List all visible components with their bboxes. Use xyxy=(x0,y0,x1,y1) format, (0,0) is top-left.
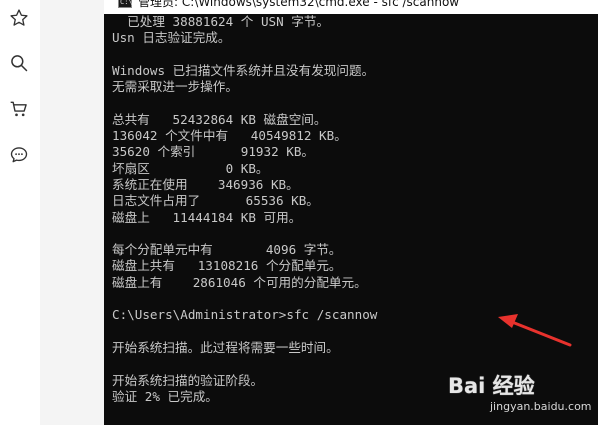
console-line: 磁盘上有 2861046 个可用的分配单元。 xyxy=(112,274,367,290)
cmd-app-icon: C:\ xyxy=(118,0,133,8)
comment-icon[interactable] xyxy=(8,144,30,166)
console-line: Windows 已扫描文件系统并且没有发现问题。 xyxy=(112,62,375,78)
console-line: 136042 个文件中有 40549812 KB。 xyxy=(112,128,347,144)
console-line: Usn 日志验证完成。 xyxy=(112,30,231,46)
console-line: 磁盘上共有 13108216 个分配单元。 xyxy=(112,258,342,274)
console-line: 35620 个索引 91932 KB。 xyxy=(112,144,315,160)
cmd-window[interactable]: C:\ 管理员: C:\Windows\system32\cmd.exe - s… xyxy=(104,0,598,425)
left-sidebar xyxy=(0,0,40,425)
cart-icon[interactable] xyxy=(8,98,30,120)
console-line: 已处理 38881624 个 USN 字节。 xyxy=(112,14,330,29)
baidu-watermark: Bai 经验 jingyan.baidu.com xyxy=(448,366,598,425)
page-margin xyxy=(40,0,104,425)
console-line: 磁盘上 11444184 KB 可用。 xyxy=(112,209,302,225)
window-title: 管理员: C:\Windows\system32\cmd.exe - sfc /… xyxy=(138,0,460,9)
console-line: 日志文件占用了 65536 KB。 xyxy=(112,193,319,209)
search-icon[interactable] xyxy=(8,52,30,74)
watermark-url: jingyan.baidu.com xyxy=(490,400,592,413)
red-arrow-annotation xyxy=(498,314,572,347)
console-line: 系统正在使用 346936 KB。 xyxy=(112,176,299,192)
star-icon[interactable] xyxy=(8,7,30,29)
console-line: 总共有 52432864 KB 磁盘空间。 xyxy=(112,111,327,127)
watermark-brand: Bai 经验 xyxy=(448,374,535,398)
console-line: 无需采取进一步操作。 xyxy=(112,79,238,95)
console-line: 每个分配单元中有 4096 字节。 xyxy=(112,242,342,258)
window-titlebar[interactable]: C:\ 管理员: C:\Windows\system32\cmd.exe - s… xyxy=(104,0,598,14)
console-line: 坏扇区 0 KB。 xyxy=(112,160,269,176)
